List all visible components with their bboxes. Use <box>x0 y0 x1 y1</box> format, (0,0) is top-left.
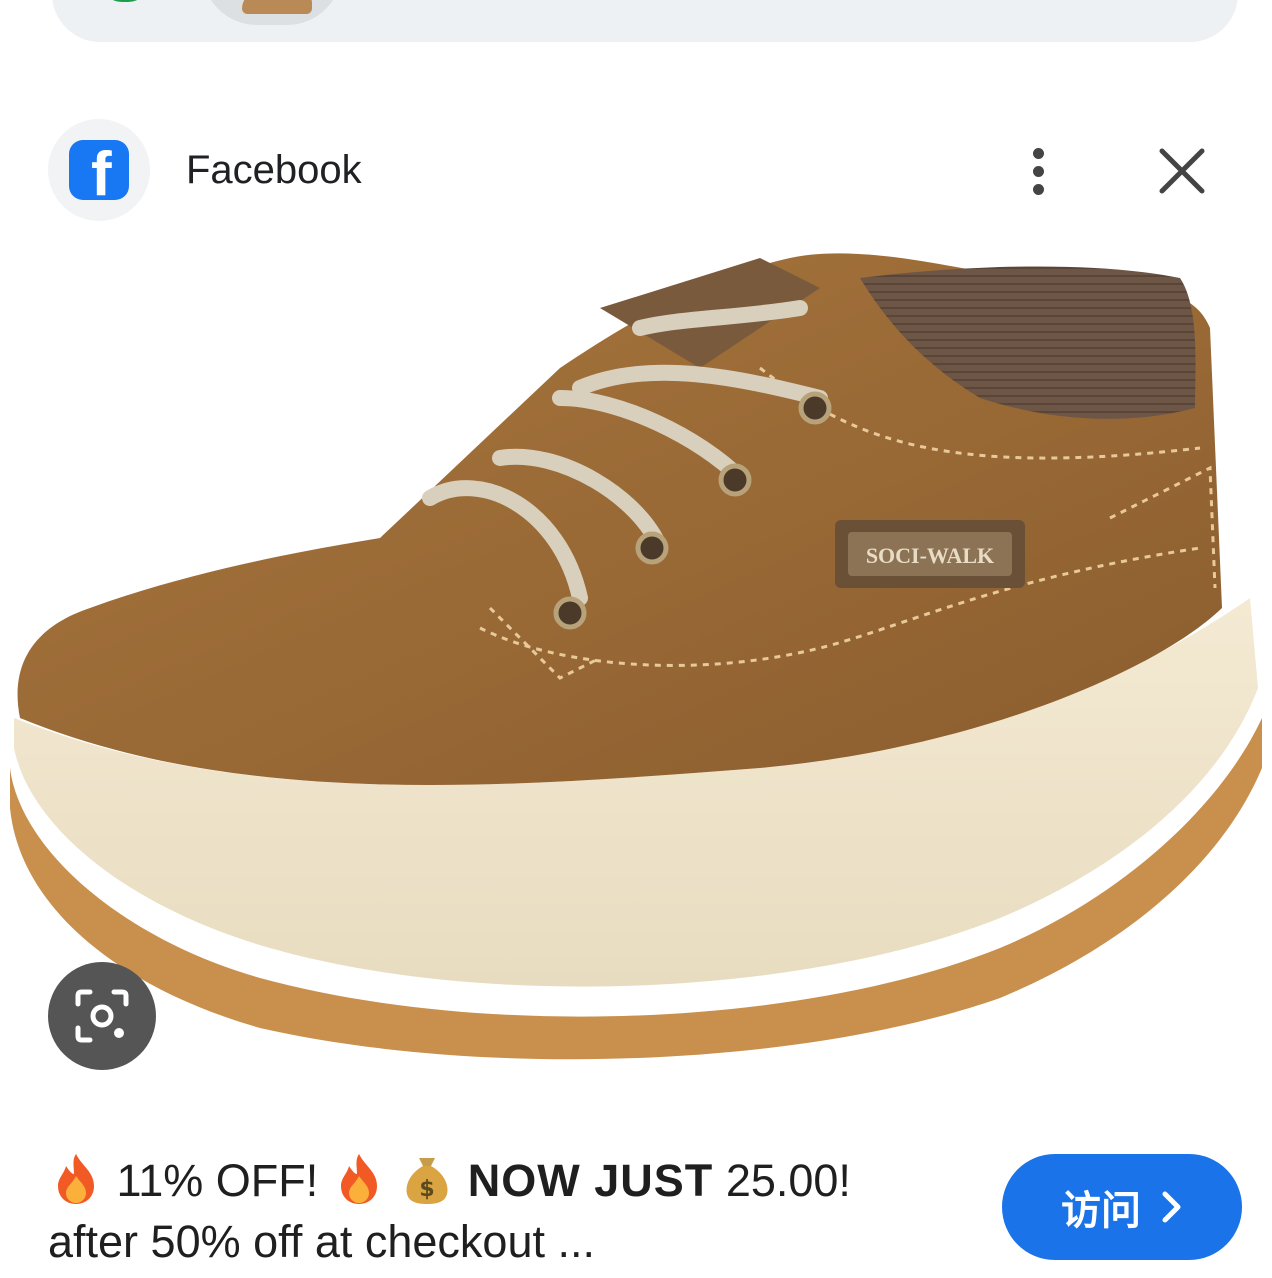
money-bag-emoji-icon: $ <box>406 1158 448 1204</box>
price-text: 25.00! <box>725 1155 851 1206</box>
brand-tag: SOCI-WALK <box>835 520 1025 588</box>
svg-text:SOCI-WALK: SOCI-WALK <box>866 543 994 568</box>
visit-button-label: 访问 <box>1061 1188 1141 1234</box>
google-lens-button[interactable] <box>48 962 156 1070</box>
fire-emoji-icon <box>340 1154 377 1204</box>
fire-emoji-icon <box>58 1154 94 1204</box>
close-button[interactable] <box>1152 141 1212 201</box>
facebook-logo-icon: f <box>69 140 129 200</box>
source-title: Facebook <box>186 148 362 192</box>
source-avatar: f <box>48 119 150 221</box>
caption-line-2: after 50% off at checkout ... <box>48 1216 595 1267</box>
discount-text: 11% OFF! <box>116 1155 319 1206</box>
svg-text:$: $ <box>420 1177 435 1202</box>
close-icon <box>1159 148 1205 194</box>
chevron-right-icon <box>1162 1191 1181 1223</box>
promo-bold-text: NOW JUST <box>467 1155 714 1206</box>
product-caption[interactable]: 11% OFF! $ NOW JUST 25.00! after 50% off… <box>48 1150 948 1272</box>
google-lens-icon <box>75 989 129 1043</box>
visit-button[interactable]: 访问 <box>1002 1154 1242 1260</box>
more-options-button[interactable] <box>1010 140 1066 202</box>
more-vert-icon <box>1032 147 1044 159</box>
product-image[interactable]: SOCI-WALK <box>0 248 1272 1116</box>
